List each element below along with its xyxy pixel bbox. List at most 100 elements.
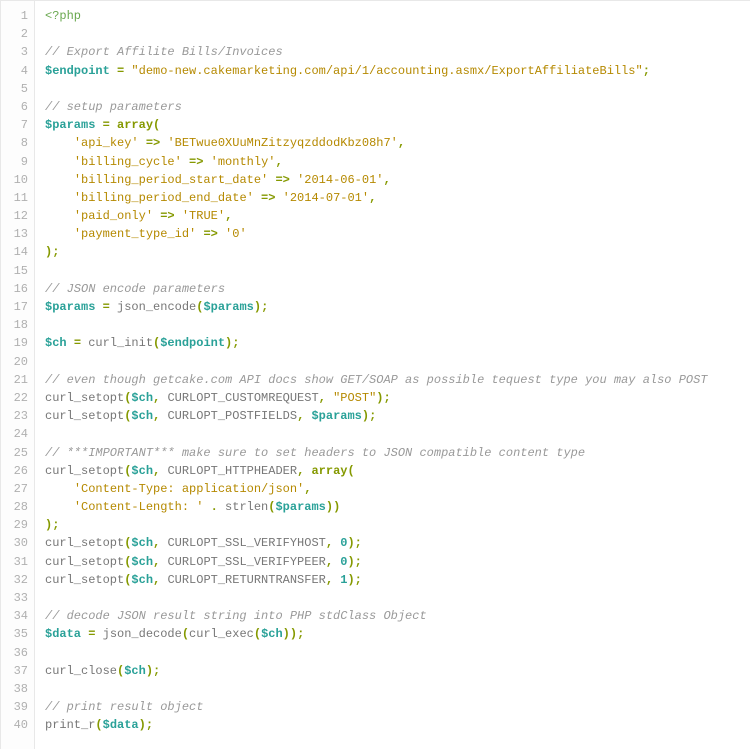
token: 'Content-Length: '	[74, 500, 204, 514]
code-line[interactable]: curl_setopt($ch, CURLOPT_CUSTOMREQUEST, …	[45, 389, 750, 407]
code-line[interactable]: curl_setopt($ch, CURLOPT_POSTFIELDS, $pa…	[45, 407, 750, 425]
code-line[interactable]	[45, 425, 750, 443]
code-line[interactable]: $params = array(	[45, 116, 750, 134]
token: curl_setopt	[45, 573, 124, 587]
line-number: 28	[1, 498, 28, 516]
line-number: 29	[1, 516, 28, 534]
code-line[interactable]: 'billing_cycle' => 'monthly',	[45, 153, 750, 171]
token: // Export Affilite Bills/Invoices	[45, 45, 283, 59]
line-number: 13	[1, 225, 28, 243]
code-line[interactable]: // even though getcake.com API docs show…	[45, 371, 750, 389]
token: curl_setopt	[45, 409, 124, 423]
line-number: 14	[1, 243, 28, 261]
token: =	[103, 118, 110, 132]
token: );	[347, 555, 361, 569]
token: array	[311, 464, 347, 478]
code-line[interactable]: $ch = curl_init($endpoint);	[45, 334, 750, 352]
line-number: 7	[1, 116, 28, 134]
code-line[interactable]: 'billing_period_end_date' => '2014-07-01…	[45, 189, 750, 207]
token	[182, 155, 189, 169]
code-line[interactable]: $endpoint = "demo-new.cakemarketing.com/…	[45, 62, 750, 80]
token: curl_init	[88, 336, 153, 350]
token: ,	[369, 191, 376, 205]
token: '0'	[225, 227, 247, 241]
code-line[interactable]: 'api_key' => 'BETwue0XUuMnZitzyqzddodKbz…	[45, 134, 750, 152]
token: (	[254, 627, 261, 641]
line-number: 15	[1, 262, 28, 280]
code-line[interactable]: );	[45, 243, 750, 261]
token: );	[376, 391, 390, 405]
code-line[interactable]: // ***IMPORTANT*** make sure to set head…	[45, 444, 750, 462]
token: $ch	[131, 464, 153, 478]
line-number: 3	[1, 43, 28, 61]
line-number: 12	[1, 207, 28, 225]
token: curl_setopt	[45, 464, 124, 478]
token: print_r	[45, 718, 95, 732]
line-number: 27	[1, 480, 28, 498]
code-line[interactable]	[45, 644, 750, 662]
token	[110, 118, 117, 132]
code-line[interactable]	[45, 25, 750, 43]
code-line[interactable]	[45, 589, 750, 607]
token: // ***IMPORTANT*** make sure to set head…	[45, 446, 585, 460]
code-line[interactable]	[45, 353, 750, 371]
code-area[interactable]: <?php // Export Affilite Bills/Invoices $…	[35, 1, 750, 749]
code-line[interactable]	[45, 262, 750, 280]
code-line[interactable]: // print result object	[45, 698, 750, 716]
token: $params	[203, 300, 253, 314]
line-number: 39	[1, 698, 28, 716]
code-line[interactable]: curl_setopt($ch, CURLOPT_RETURNTRANSFER,…	[45, 571, 750, 589]
token: (	[347, 464, 354, 478]
token: $data	[103, 718, 139, 732]
code-line[interactable]: // decode JSON result string into PHP st…	[45, 607, 750, 625]
token	[45, 209, 74, 223]
line-number: 19	[1, 334, 28, 352]
token	[326, 391, 333, 405]
token: // JSON encode parameters	[45, 282, 225, 296]
token: json_decode	[103, 627, 182, 641]
code-line[interactable]: curl_close($ch);	[45, 662, 750, 680]
code-line[interactable]: 'paid_only' => 'TRUE',	[45, 207, 750, 225]
line-number: 5	[1, 80, 28, 98]
token: );	[146, 664, 160, 678]
token	[45, 173, 74, 187]
token	[218, 227, 225, 241]
code-line[interactable]: // Export Affilite Bills/Invoices	[45, 43, 750, 61]
token: );	[347, 573, 361, 587]
code-line[interactable]	[45, 680, 750, 698]
code-line[interactable]	[45, 316, 750, 334]
token: 'paid_only'	[74, 209, 153, 223]
line-number: 17	[1, 298, 28, 316]
code-editor: 1234567891011121314151617181920212223242…	[0, 0, 750, 749]
code-line[interactable]: curl_setopt($ch, CURLOPT_SSL_VERIFYPEER,…	[45, 553, 750, 571]
code-line[interactable]: print_r($data);	[45, 716, 750, 734]
code-line[interactable]: $data = json_decode(curl_exec($ch));	[45, 625, 750, 643]
token: ,	[275, 155, 282, 169]
code-line[interactable]: 'payment_type_id' => '0'	[45, 225, 750, 243]
code-line[interactable]: curl_setopt($ch, CURLOPT_SSL_VERIFYHOST,…	[45, 534, 750, 552]
token: ,	[319, 391, 326, 405]
code-line[interactable]: $params = json_encode($params);	[45, 298, 750, 316]
code-line[interactable]: // setup parameters	[45, 98, 750, 116]
token: 'monthly'	[211, 155, 276, 169]
token: 'TRUE'	[182, 209, 225, 223]
line-number: 6	[1, 98, 28, 116]
line-number: 30	[1, 534, 28, 552]
token: ,	[326, 555, 333, 569]
token: CURLOPT_HTTPHEADER	[167, 464, 297, 478]
line-number: 35	[1, 625, 28, 643]
code-line[interactable]: 'Content-Length: ' . strlen($params))	[45, 498, 750, 516]
code-line[interactable]: curl_setopt($ch, CURLOPT_HTTPHEADER, arr…	[45, 462, 750, 480]
code-line[interactable]: 'billing_period_start_date' => '2014-06-…	[45, 171, 750, 189]
code-line[interactable]: 'Content-Type: application/json',	[45, 480, 750, 498]
line-number-gutter: 1234567891011121314151617181920212223242…	[1, 1, 35, 749]
token: (	[95, 718, 102, 732]
code-line[interactable]: );	[45, 516, 750, 534]
token	[67, 336, 74, 350]
code-line[interactable]: <?php	[45, 7, 750, 25]
code-line[interactable]	[45, 80, 750, 98]
token: CURLOPT_SSL_VERIFYHOST	[167, 536, 325, 550]
token: 'billing_period_end_date'	[74, 191, 254, 205]
code-line[interactable]: // JSON encode parameters	[45, 280, 750, 298]
token	[254, 191, 261, 205]
